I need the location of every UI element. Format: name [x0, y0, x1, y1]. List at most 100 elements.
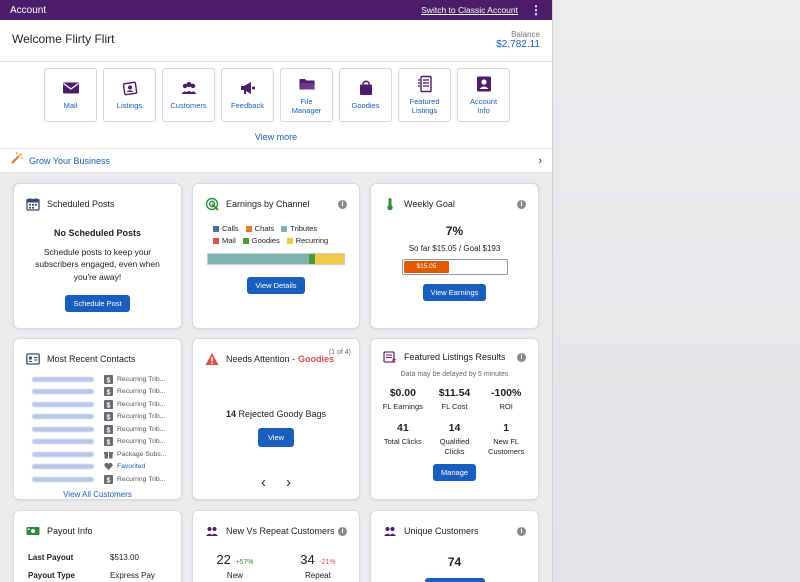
new-change: +57% — [235, 559, 254, 566]
contact-type: Recurring Trib... — [117, 388, 166, 396]
unique-value: 74 — [447, 555, 462, 569]
stat-label: Qualified Clicks — [439, 436, 470, 457]
contact-name-blurred[interactable] — [32, 376, 94, 382]
contact-name-blurred[interactable] — [32, 389, 94, 395]
contact-name-blurred[interactable] — [32, 426, 94, 432]
featured-listings-card: Featured Listings Results i Data may be … — [370, 338, 539, 500]
quick-links: Mail Listings Customers Feedback File Manage… — [0, 62, 552, 149]
new-label: New — [226, 571, 243, 580]
list-item[interactable]: $ Recurring Trib... — [32, 473, 167, 486]
attention-count: 14 — [225, 409, 236, 419]
quick-link-label: File Manager — [291, 96, 322, 115]
quick-link-mail[interactable]: Mail — [44, 68, 97, 122]
view-earnings-button[interactable]: View Earnings — [422, 284, 487, 301]
stat-value: 1 — [503, 421, 510, 434]
grow-business-label[interactable]: Grow Your Business — [29, 156, 538, 166]
unique-customers-card: Unique Customers i 74 — [370, 510, 539, 582]
background-panel — [552, 0, 800, 582]
quick-link-listings[interactable]: Listings — [103, 68, 156, 122]
view-more-label[interactable]: View more — [255, 132, 297, 142]
contact-name-blurred[interactable] — [32, 439, 94, 445]
list-item[interactable]: $ Recurring Trib... — [32, 386, 167, 399]
unique-action-button[interactable] — [424, 578, 485, 582]
dollar-icon: $ — [104, 424, 113, 434]
welcome-bar: Welcome Flirty Flirt Balance $2,782.11 — [0, 20, 552, 62]
earnings-segment-recurring[interactable] — [315, 254, 344, 264]
payout-row: Payout Type Express Pay — [28, 571, 167, 580]
goal-percent: 7% — [445, 224, 464, 238]
list-item[interactable]: Package Subs... — [32, 448, 167, 461]
info-icon[interactable]: i — [517, 527, 526, 536]
view-details-button[interactable]: View Details — [247, 277, 305, 294]
featured-stat: 41 Total Clicks — [377, 422, 429, 458]
manage-button[interactable]: Manage — [432, 463, 477, 481]
chevron-right-icon[interactable]: › — [538, 155, 542, 167]
contact-name-blurred[interactable] — [32, 401, 94, 407]
stat-label: FL Cost — [441, 402, 468, 411]
payout-label: Last Payout — [28, 553, 74, 562]
card-title: Earnings by Channel — [226, 199, 310, 209]
list-item[interactable]: $ Recurring Trib... — [32, 398, 167, 411]
legend-label: Calls — [222, 224, 239, 233]
svg-text:$: $ — [107, 440, 111, 447]
list-item[interactable]: $ Recurring Trib... — [32, 411, 167, 424]
earnings-segment-tributes[interactable] — [208, 254, 309, 264]
quick-link-account-info[interactable]: Account Info — [457, 68, 510, 122]
dollar-icon: $ — [104, 437, 113, 447]
quick-link-customers[interactable]: Customers — [162, 68, 215, 122]
featured-stat: 14 Qualified Clicks — [429, 422, 481, 458]
payout-row: Last Payout $513.00 — [28, 553, 167, 562]
new-repeat-card: New Vs Repeat Customers i 22 +57% New 34… — [192, 510, 360, 582]
stat-value: -100% — [490, 387, 522, 399]
repeat-customers-stat: 34 -21% Repeat — [300, 551, 335, 580]
balance-value[interactable]: $2,782.11 — [496, 39, 540, 50]
contact-name-blurred[interactable] — [32, 476, 94, 482]
list-item[interactable]: $ Recurring Trib... — [32, 423, 167, 436]
switch-classic-link[interactable]: Switch to Classic Account — [421, 5, 518, 15]
list-item[interactable]: Favorited — [32, 461, 167, 474]
users-icon — [384, 527, 396, 536]
repeat-value: 34 — [300, 552, 315, 567]
goal-progress-label: $15.05 — [416, 263, 437, 270]
card-title: Featured Listings Results — [404, 352, 506, 362]
empty-text: Schedule posts to keep your subscribers … — [35, 247, 160, 282]
quick-link-featured-listings[interactable]: Featured Listings — [398, 68, 451, 122]
list-item[interactable]: $ Recurring Trib... — [32, 436, 167, 449]
earnings-segment-goodies[interactable] — [308, 254, 316, 264]
contact-name-blurred[interactable] — [32, 464, 94, 470]
card-title: New Vs Repeat Customers — [226, 526, 335, 536]
new-customers-stat: 22 +57% New — [216, 551, 253, 580]
info-icon[interactable]: i — [517, 200, 526, 209]
quick-link-goodies[interactable]: Goodies — [339, 68, 392, 122]
magic-wand-icon — [10, 151, 24, 170]
contact-type: Recurring Trib... — [117, 413, 166, 421]
stat-value: $0.00 — [389, 387, 416, 399]
view-attention-button[interactable]: View — [257, 428, 295, 447]
next-arrow-icon[interactable]: › — [286, 475, 291, 490]
featured-stat: 1 New FL Customers — [480, 422, 532, 458]
card-header: New Vs Repeat Customers i — [193, 511, 359, 551]
quick-link-feedback[interactable]: Feedback — [221, 68, 274, 122]
balance-label: Balance — [511, 30, 540, 39]
account-card-icon — [475, 75, 493, 97]
page-title: Account — [10, 4, 47, 16]
view-more-link[interactable]: View more — [0, 132, 552, 142]
info-icon[interactable]: i — [338, 200, 347, 209]
prev-arrow-icon[interactable]: ‹ — [261, 475, 266, 490]
view-all-customers-link[interactable]: View All Customers — [14, 490, 181, 499]
info-icon[interactable]: i — [338, 527, 347, 536]
contact-name-blurred[interactable] — [32, 451, 94, 457]
grow-business-row[interactable]: Grow Your Business › — [0, 149, 552, 173]
needs-attention-card: Needs Attention - Goodies (1 of 4) 14 Re… — [192, 338, 360, 500]
goal-progress: $15.05 — [401, 259, 508, 275]
info-icon[interactable]: i — [517, 353, 526, 362]
stat-label: New FL Customers — [488, 436, 525, 457]
contact-name-blurred[interactable] — [32, 414, 94, 420]
new-value: 22 — [216, 552, 231, 567]
schedule-post-button[interactable]: Schedule Post — [65, 294, 130, 312]
kebab-menu-icon[interactable]: ⋮ — [530, 4, 542, 16]
calendar-icon — [26, 198, 40, 211]
goal-progress-fill: $15.05 — [403, 261, 450, 273]
contact-type: Recurring Trib... — [117, 438, 166, 446]
quick-link-file-manager[interactable]: File Manager — [280, 68, 333, 122]
